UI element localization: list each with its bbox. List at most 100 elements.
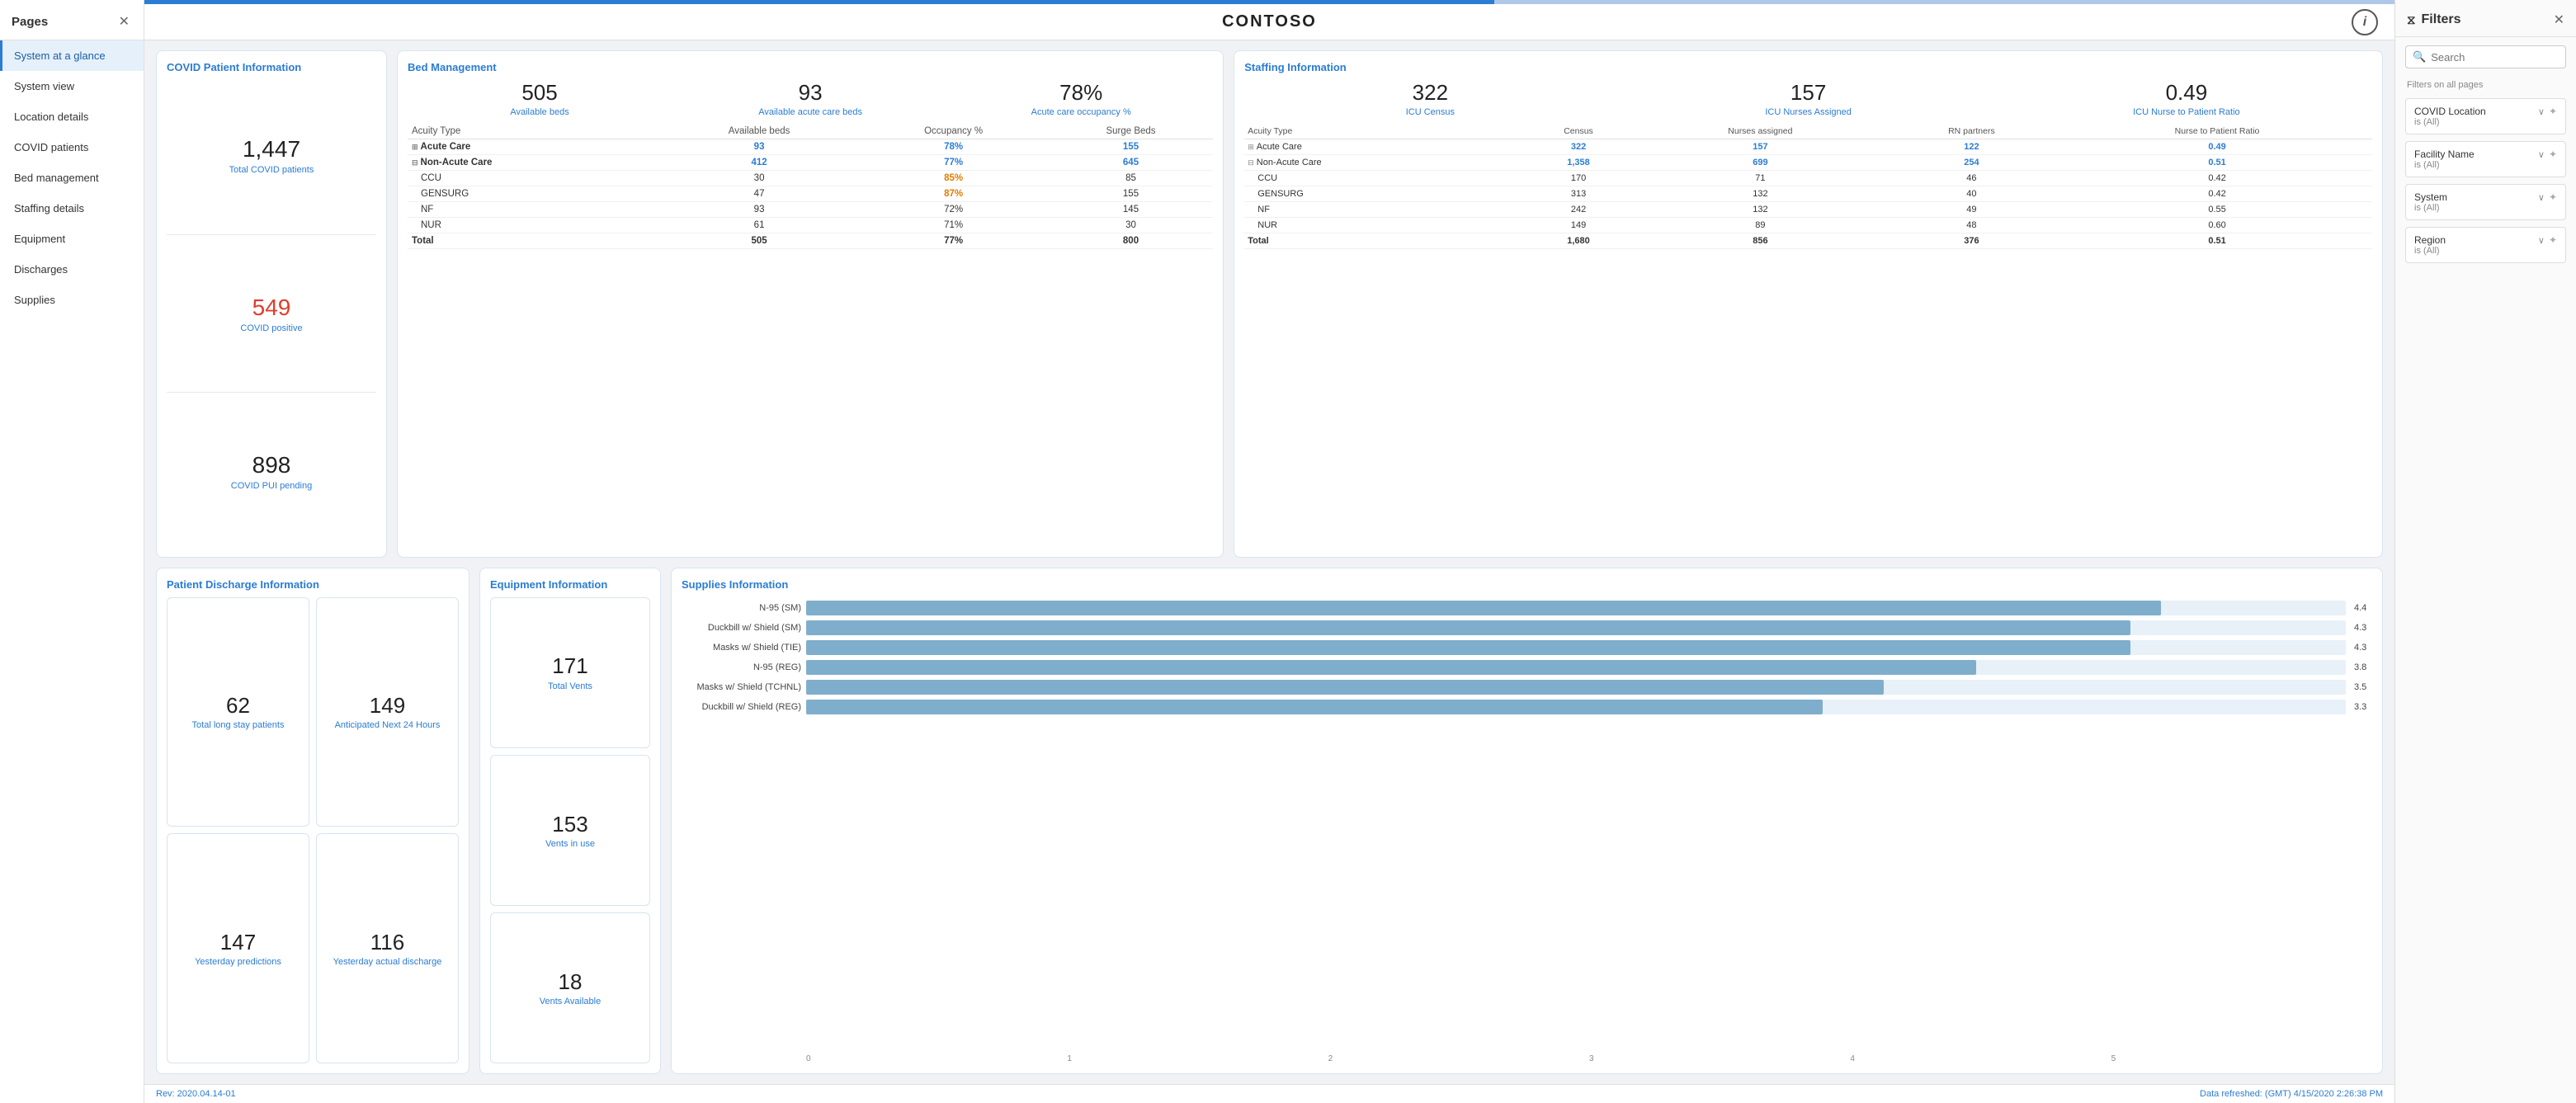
- equipment-section-title: Equipment Information: [490, 578, 650, 591]
- search-icon: 🔍: [2413, 50, 2426, 64]
- bar-fill: [806, 640, 2130, 655]
- axis-label: 5: [2111, 1054, 2372, 1063]
- bar-label: Duckbill w/ Shield (SM): [682, 623, 801, 633]
- bed-metric-acute: 93 Available acute care beds: [678, 80, 942, 117]
- staffing-top-metrics: 322 ICU Census 157 ICU Nurses Assigned 0…: [1244, 80, 2372, 117]
- filter-expand-icon[interactable]: ∨: [2538, 106, 2545, 117]
- filter-expand-icon[interactable]: ∨: [2538, 192, 2545, 203]
- filter-close-button[interactable]: ✕: [2554, 12, 2564, 28]
- discharge-actual-label: Yesterday actual discharge: [333, 957, 442, 967]
- discharge-cell-anticipated: 149 Anticipated Next 24 Hours: [316, 597, 459, 827]
- staff-col-type: Acuity Type: [1244, 124, 1517, 139]
- bed-col-available: Available beds: [660, 124, 859, 139]
- covid-card: COVID Patient Information 1,447 Total CO…: [156, 50, 387, 558]
- divider-2: [167, 392, 376, 393]
- info-icon[interactable]: i: [2352, 9, 2378, 35]
- sidebar-item-supplies[interactable]: Supplies: [0, 285, 144, 315]
- covid-positive-label: COVID positive: [240, 323, 302, 333]
- table-row: CCU 30 85% 85: [408, 171, 1213, 186]
- filter-search-input[interactable]: [2431, 51, 2576, 64]
- sidebar-item-covid-patients[interactable]: COVID patients: [0, 132, 144, 163]
- bar-track: [806, 640, 2346, 655]
- sidebar-item-bed-management[interactable]: Bed management: [0, 163, 144, 193]
- sidebar-item-location-details[interactable]: Location details: [0, 101, 144, 132]
- table-row: NF 93 72% 145: [408, 202, 1213, 218]
- sidebar-header: Pages ✕: [0, 0, 144, 40]
- bar-value: 4.3: [2354, 643, 2372, 653]
- discharge-longstay-value: 62: [226, 693, 250, 719]
- equip-total-value: 171: [552, 653, 587, 679]
- discharge-anticipated-value: 149: [370, 693, 405, 719]
- bed-available-value: 505: [408, 80, 672, 106]
- bed-metric-available: 505 Available beds: [408, 80, 672, 117]
- staff-col-nurses: Nurses assigned: [1639, 124, 1881, 139]
- supplies-chart: N-95 (SM)4.4 Duckbill w/ Shield (SM) 4.3 Ma…: [682, 597, 2372, 1055]
- sidebar-close-button[interactable]: ✕: [115, 12, 134, 31]
- staffing-metric-census: 322 ICU Census: [1244, 80, 1616, 117]
- filter-icon: ⧖: [2407, 13, 2416, 27]
- discharge-cell-predictions: 147 Yesterday predictions: [167, 833, 309, 1063]
- filter-clear-icon[interactable]: ✦: [2549, 191, 2557, 203]
- bar-row: Masks w/ Shield (TCHNL)3.5: [682, 680, 2372, 695]
- discharge-predictions-value: 147: [220, 930, 256, 955]
- covid-section-title: COVID Patient Information: [167, 61, 376, 73]
- filter-search-box[interactable]: 🔍: [2405, 45, 2566, 68]
- staffing-section-title: Staffing Information: [1244, 61, 2372, 73]
- bar-fill: [806, 660, 1976, 675]
- bar-value: 4.4: [2354, 603, 2372, 613]
- bar-fill: [806, 680, 1884, 695]
- staffing-table: Acuity Type Census Nurses assigned RN pa…: [1244, 124, 2372, 249]
- filter-clear-icon[interactable]: ✦: [2549, 234, 2557, 246]
- bar-track: [806, 680, 2346, 695]
- bar-fill: [806, 700, 1823, 714]
- filter-title: Filters: [2422, 12, 2461, 27]
- staff-col-ratio: Nurse to Patient Ratio: [2062, 124, 2372, 139]
- bed-col-surge: Surge Beds: [1049, 124, 1214, 139]
- table-row: NUR 149 89 48 0.60: [1244, 218, 2372, 233]
- filter-clear-icon[interactable]: ✦: [2549, 148, 2557, 160]
- staffing-nurses-value: 157: [1623, 80, 1994, 106]
- supplies-section-title: Supplies Information: [682, 578, 2372, 591]
- bar-track: [806, 660, 2346, 675]
- sidebar-item-system-view[interactable]: System view: [0, 71, 144, 101]
- discharge-predictions-label: Yesterday predictions: [195, 957, 281, 967]
- table-row: GENSURG 313 132 40 0.42: [1244, 186, 2372, 202]
- equip-vents-in-use: 153 Vents in use: [490, 755, 650, 906]
- covid-positive-block: 549 COVID positive: [167, 238, 376, 389]
- equip-total-label: Total Vents: [548, 681, 592, 691]
- table-row: ⊟Non-Acute Care 1,358 699 254 0.51: [1244, 155, 2372, 171]
- bed-acute-value: 93: [678, 80, 942, 106]
- discharge-anticipated-label: Anticipated Next 24 Hours: [335, 720, 441, 730]
- table-row: ⊞Acute Care 93 78% 155: [408, 139, 1213, 155]
- bed-top-metrics: 505 Available beds 93 Available acute ca…: [408, 80, 1213, 117]
- covid-pui-value: 898: [252, 451, 291, 479]
- filter-item-system: System is (All) ∨ ✦: [2405, 184, 2566, 220]
- bar-row: N-95 (SM)4.4: [682, 601, 2372, 615]
- dashboard: COVID Patient Information 1,447 Total CO…: [144, 40, 2394, 1084]
- equip-inuse-label: Vents in use: [545, 839, 595, 849]
- page-title: CONTOSO: [1222, 12, 1317, 31]
- filter-expand-icon[interactable]: ∨: [2538, 149, 2545, 160]
- sidebar-item-equipment[interactable]: Equipment: [0, 224, 144, 254]
- sidebar-item-discharges[interactable]: Discharges: [0, 254, 144, 285]
- filter-clear-icon[interactable]: ✦: [2549, 106, 2557, 117]
- discharge-grid: 62 Total long stay patients 149 Anticipa…: [167, 597, 459, 1064]
- covid-total-block: 1,447 Total COVID patients: [167, 80, 376, 231]
- filter-expand-icon[interactable]: ∨: [2538, 235, 2545, 246]
- sidebar-item-system-at-a-glance[interactable]: System at a glance: [0, 40, 144, 71]
- bar-label: Masks w/ Shield (TCHNL): [682, 682, 801, 692]
- sidebar-item-staffing-details[interactable]: Staffing details: [0, 193, 144, 224]
- staff-col-rn: RN partners: [1881, 124, 2062, 139]
- staffing-census-value: 322: [1244, 80, 1616, 106]
- bed-occupancy-label: Acute care occupancy %: [949, 107, 1213, 117]
- filter-facility-value: is (All): [2414, 160, 2475, 170]
- axis-label: 2: [1328, 1054, 1589, 1063]
- bed-occupancy-value: 78%: [949, 80, 1213, 106]
- pages-label: Pages: [12, 15, 48, 29]
- table-row: CCU 170 71 46 0.42: [1244, 171, 2372, 186]
- equipment-card: Equipment Information 171 Total Vents 15…: [479, 568, 661, 1075]
- axis-label: 4: [1850, 1054, 2111, 1063]
- filter-covid-location-value: is (All): [2414, 117, 2486, 127]
- sidebar: Pages ✕ System at a glance System view L…: [0, 0, 144, 1103]
- bar-track: [806, 620, 2346, 635]
